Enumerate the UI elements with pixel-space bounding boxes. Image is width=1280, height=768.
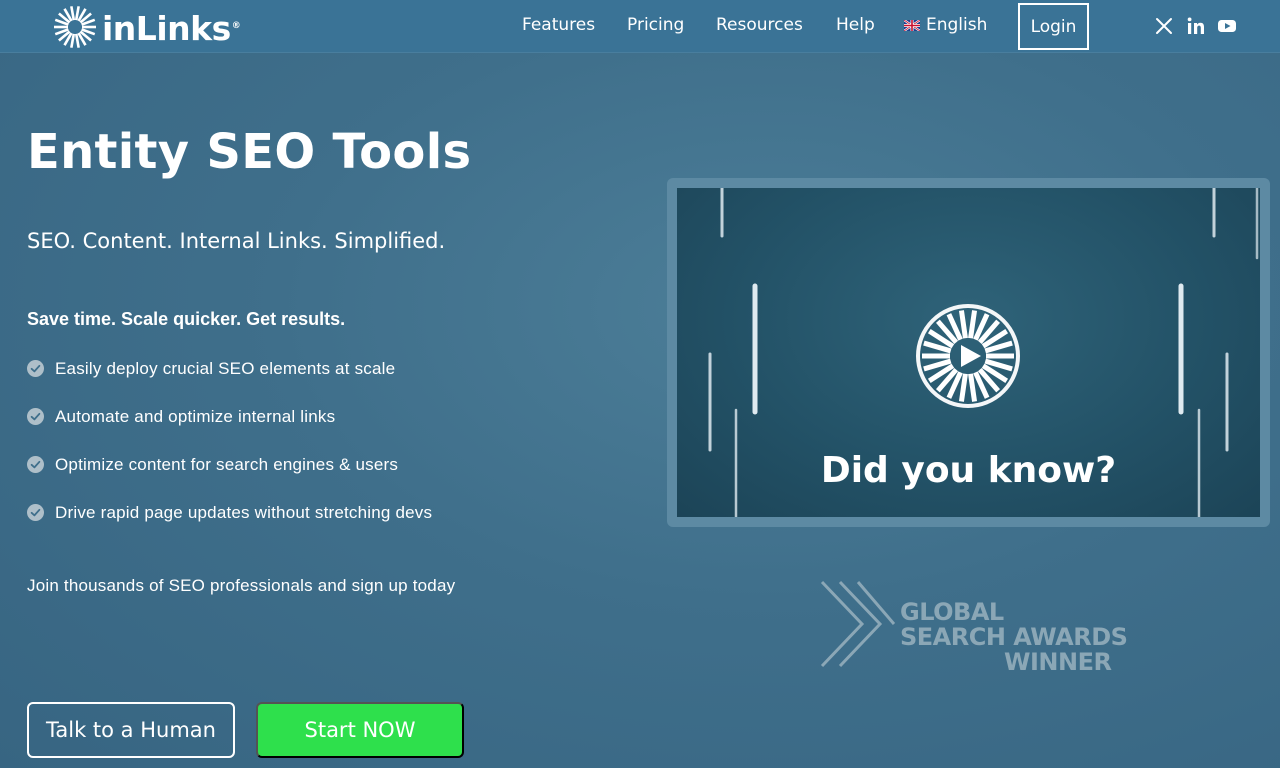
play-icon[interactable]	[913, 296, 1023, 422]
feature-item: Optimize content for search engines & us…	[27, 453, 432, 501]
linkedin-icon[interactable]	[1186, 16, 1206, 36]
x-twitter-icon[interactable]	[1154, 16, 1174, 36]
feature-list: Easily deploy crucial SEO elements at sc…	[27, 357, 432, 549]
nav-pricing[interactable]: Pricing	[627, 15, 684, 35]
site-header: inLinks® Features Pricing Resources Help…	[0, 0, 1280, 53]
video-frame: Did you know?	[667, 178, 1270, 527]
logo[interactable]: inLinks®	[52, 4, 241, 50]
award-line-global: GLOBAL	[900, 598, 1004, 626]
nav-resources[interactable]: Resources	[716, 15, 803, 35]
feature-item: Drive rapid page updates without stretch…	[27, 501, 432, 549]
feature-text: Drive rapid page updates without stretch…	[55, 503, 433, 522]
inlinks-logo-icon	[54, 6, 96, 48]
video-caption: Did you know?	[820, 450, 1117, 491]
award-line-winner: WINNER	[1004, 648, 1112, 676]
uk-flag-icon	[904, 19, 920, 31]
video-player[interactable]: Did you know?	[677, 188, 1260, 517]
award-line-search-awards: SEARCH AWARDS	[900, 623, 1128, 651]
check-circle-icon	[27, 408, 44, 425]
language-label: English	[926, 15, 988, 35]
check-circle-icon	[27, 504, 44, 521]
nav-help[interactable]: Help	[836, 15, 875, 35]
check-circle-icon	[27, 456, 44, 473]
signup-prompt: Join thousands of SEO professionals and …	[27, 576, 456, 595]
logo-text: inLinks®	[102, 8, 241, 48]
feature-text: Automate and optimize internal links	[55, 407, 336, 426]
start-now-button[interactable]: Start NOW	[256, 702, 464, 758]
check-circle-icon	[27, 360, 44, 377]
login-button[interactable]: Login	[1018, 3, 1089, 50]
global-search-awards-badge: GLOBAL SEARCH AWARDS WINNER	[818, 578, 1128, 676]
youtube-icon[interactable]	[1217, 16, 1237, 36]
feature-text: Optimize content for search engines & us…	[55, 455, 399, 474]
award-chevron-icon	[820, 580, 896, 668]
feature-text: Easily deploy crucial SEO elements at sc…	[55, 359, 396, 378]
page-title: Entity SEO Tools	[27, 124, 472, 180]
language-selector[interactable]: English	[904, 15, 987, 35]
feature-item: Automate and optimize internal links	[27, 405, 432, 453]
talk-to-human-button[interactable]: Talk to a Human	[27, 702, 235, 758]
hero-subtitle: SEO. Content. Internal Links. Simplified…	[27, 229, 446, 253]
benefits-heading: Save time. Scale quicker. Get results.	[27, 309, 346, 329]
nav-features[interactable]: Features	[522, 15, 595, 35]
feature-item: Easily deploy crucial SEO elements at sc…	[27, 357, 432, 405]
